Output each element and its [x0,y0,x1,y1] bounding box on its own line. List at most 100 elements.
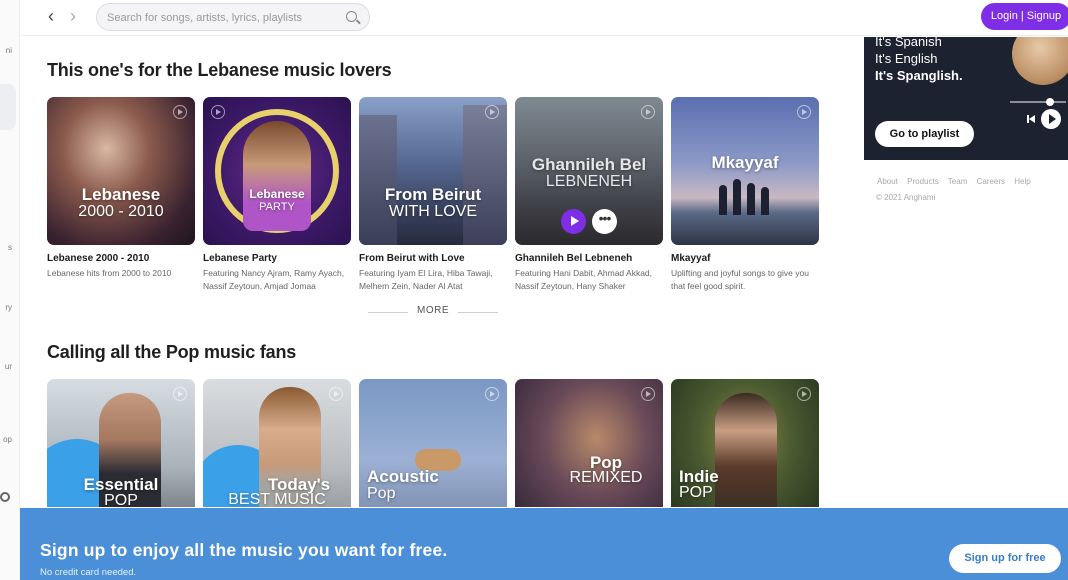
section-title: This one's for the Lebanese music lovers [47,60,392,80]
cover-subtitle: WITH LOVE [388,203,477,220]
card-title[interactable]: Mkayyaf [671,253,819,264]
top-bar: ‹ › Login | Signup [20,0,1068,36]
cover-subtitle: LEBNENEH [545,173,633,190]
playlist-card[interactable]: Essential POP [47,379,195,507]
play-circle-icon[interactable] [173,105,187,119]
search-icon[interactable] [346,11,357,22]
more-options-button[interactable]: ••• [592,209,617,234]
footer-link-products[interactable]: Products [907,177,939,186]
sidebar-item-label[interactable]: op [0,435,12,444]
banner-title: Sign up to enjoy all the music you want … [40,540,448,560]
playlist-cover[interactable]: Lebanese PARTY [203,97,351,245]
card-title[interactable]: From Beirut with Love [359,253,507,264]
cover-portrait [243,121,311,231]
sidebar-active-item[interactable] [0,84,16,130]
play-circle-icon[interactable] [641,105,655,119]
playlist-cover[interactable]: Indie POP [671,379,819,507]
sidebar: ni s ry ur op [0,0,20,580]
play-circle-icon[interactable] [329,387,343,401]
cover-subtitle: PARTY [259,201,295,213]
promo-line: It's English [875,51,938,66]
playlist-cover[interactable]: Essential POP [47,379,195,507]
sidebar-item-label[interactable]: ry [0,303,12,312]
play-circle-icon[interactable] [797,387,811,401]
cover-title: Ghannileh Bel [531,155,647,174]
more-link[interactable]: MORE [368,305,498,319]
playlist-card[interactable]: Pop REMIXED [515,379,663,507]
cover-subtitle: BEST MUSIC [228,491,326,507]
playlist-card[interactable]: Mkayyaf Mkayyaf Uplifting and joyful son… [671,97,819,293]
play-circle-icon[interactable] [211,105,225,119]
section-title: Calling all the Pop music fans [47,342,297,362]
playlist-cover[interactable]: Today's BEST MUSIC [203,379,351,507]
playlist-card[interactable]: Today's BEST MUSIC [203,379,351,507]
play-circle-icon[interactable] [485,105,499,119]
playlist-card[interactable]: Ghannileh Bel LEBNENEH ••• Ghannileh Bel… [515,97,663,293]
sidebar-item-label[interactable]: ni [0,46,12,55]
progress-bar [1010,101,1066,103]
gear-icon[interactable] [0,492,10,502]
playlist-card[interactable]: Acoustic Pop [359,379,507,507]
promo-line: It's Spanish [875,37,942,49]
sign-up-free-button[interactable]: Sign up for free [949,544,1061,573]
sidebar-item-label[interactable]: s [0,243,12,252]
footer-link-about[interactable]: About [877,177,898,186]
card-description: Uplifting and joyful songs to give you t… [671,268,809,291]
card-description: Featuring Hani Dabit, Ahmad Akkad, Nassi… [515,268,653,291]
footer-link-careers[interactable]: Careers [977,177,1005,186]
cover-subtitle: 2000 - 2010 [78,203,164,220]
cover-subtitle: POP [679,484,713,501]
more-label[interactable]: MORE [368,305,498,316]
play-circle-icon[interactable] [797,105,811,119]
playlist-card[interactable]: Indie POP [671,379,819,507]
cover-title: Mkayyaf [711,153,779,172]
banner-subtitle: No credit card needed. [40,567,137,578]
promo-banner[interactable]: It's Spanish It's English It's Spanglish… [864,37,1068,160]
footer-links: About Products Team Careers Help [877,177,1038,186]
play-circle-icon[interactable] [173,387,187,401]
footer-link-team[interactable]: Team [948,177,968,186]
cover-title: From Beirut [384,185,482,204]
cover-subtitle: Pop [367,485,396,502]
search-bar [96,3,370,31]
cover-silhouettes [719,179,771,219]
card-title[interactable]: Ghannileh Bel Lebneneh [515,253,663,264]
card-description: Lebanese hits from 2000 to 2010 [47,268,172,278]
playlist-cover[interactable]: Pop REMIXED [515,379,663,507]
playlist-cover[interactable]: Ghannileh Bel LEBNENEH ••• [515,97,663,245]
cover-subtitle: POP [104,492,138,507]
login-signup-button[interactable]: Login | Signup [981,3,1068,30]
playlist-cover[interactable]: Acoustic Pop [359,379,507,507]
playlist-card[interactable]: Lebanese PARTY Lebanese Party Featuring … [203,97,351,293]
footer-link-help[interactable]: Help [1014,177,1030,186]
playlist-card[interactable]: From Beirut WITH LOVE From Beirut with L… [359,97,507,293]
promo-portrait [1012,37,1068,85]
divider-line [458,312,498,313]
promo-line: It's Spanglish. [875,68,963,83]
card-title[interactable]: Lebanese Party [203,253,351,264]
cover-title: Lebanese [81,185,161,204]
play-circle-icon[interactable] [485,387,499,401]
sidebar-item-label[interactable]: ur [0,362,12,371]
back-arrow-icon[interactable]: ‹ [42,7,60,26]
card-description: Featuring Iyam El Lira, Hiba Tawaji, Mel… [359,268,493,291]
main-content: This one's for the Lebanese music lovers… [20,37,846,507]
playlist-card[interactable]: Lebanese 2000 - 2010 Lebanese 2000 - 201… [47,97,195,280]
playlist-cover[interactable]: Mkayyaf [671,97,819,245]
play-icon[interactable] [1041,109,1061,129]
play-circle-icon[interactable] [641,387,655,401]
playlist-cover[interactable]: From Beirut WITH LOVE [359,97,507,245]
card-description: Featuring Nancy Ajram, Ramy Ayach, Nassi… [203,268,345,291]
card-title[interactable]: Lebanese 2000 - 2010 [47,253,195,264]
search-input[interactable] [107,9,317,26]
cover-subtitle: REMIXED [569,469,643,486]
cover-building [463,105,507,245]
cover-title: Acoustic [367,467,439,486]
forward-arrow-icon[interactable]: › [64,7,82,26]
previous-track-icon[interactable] [1027,114,1037,124]
playlist-cover[interactable]: Lebanese 2000 - 2010 [47,97,195,245]
play-button[interactable] [561,209,586,234]
cover-title: Lebanese [249,187,305,201]
go-to-playlist-button[interactable]: Go to playlist [875,121,974,147]
cover-building [359,115,397,245]
